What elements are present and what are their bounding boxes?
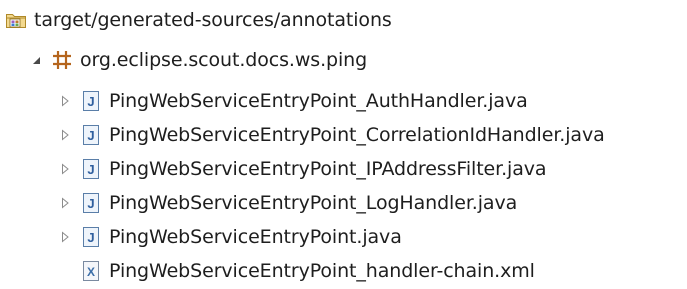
tree-item-source-folder[interactable]: target/generated-sources/annotations bbox=[5, 3, 392, 37]
file-label: PingWebServiceEntryPoint_LogHandler.java bbox=[109, 192, 518, 214]
package-label: org.eclipse.scout.docs.ws.ping bbox=[80, 49, 368, 71]
collapsed-triangle-icon[interactable] bbox=[56, 194, 74, 212]
expanded-triangle-icon[interactable] bbox=[27, 51, 45, 69]
svg-text:J: J bbox=[87, 196, 94, 211]
xml-file-icon: X bbox=[80, 260, 102, 282]
tree-item-package[interactable]: org.eclipse.scout.docs.ws.ping bbox=[27, 43, 367, 77]
package-icon bbox=[51, 49, 73, 71]
svg-text:X: X bbox=[87, 265, 95, 279]
java-file-icon: J bbox=[80, 192, 102, 214]
tree-item-java-file[interactable]: J PingWebServiceEntryPoint_AuthHandler.j… bbox=[56, 84, 528, 118]
java-file-icon: J bbox=[80, 124, 102, 146]
svg-text:J: J bbox=[87, 94, 94, 109]
svg-text:J: J bbox=[87, 162, 94, 177]
java-file-icon: J bbox=[80, 90, 102, 112]
twisty-placeholder bbox=[56, 262, 74, 280]
collapsed-triangle-icon[interactable] bbox=[56, 92, 74, 110]
tree-item-xml-file[interactable]: X PingWebServiceEntryPoint_handler-chain… bbox=[56, 254, 535, 288]
collapsed-triangle-icon[interactable] bbox=[56, 126, 74, 144]
tree-item-java-file[interactable]: J PingWebServiceEntryPoint_LogHandler.ja… bbox=[56, 186, 517, 220]
collapsed-triangle-icon[interactable] bbox=[56, 228, 74, 246]
java-file-icon: J bbox=[80, 226, 102, 248]
collapsed-triangle-icon[interactable] bbox=[56, 160, 74, 178]
source-folder-label: target/generated-sources/annotations bbox=[34, 9, 392, 31]
file-label: PingWebServiceEntryPoint_AuthHandler.jav… bbox=[109, 90, 528, 112]
tree-item-java-file[interactable]: J PingWebServiceEntryPoint.java bbox=[56, 220, 402, 254]
project-explorer-tree: target/generated-sources/annotations org… bbox=[0, 0, 687, 289]
source-folder-icon bbox=[5, 9, 27, 31]
tree-item-java-file[interactable]: J PingWebServiceEntryPoint_IPAddressFilt… bbox=[56, 152, 547, 186]
file-label: PingWebServiceEntryPoint_handler-chain.x… bbox=[109, 260, 535, 282]
java-file-icon: J bbox=[80, 158, 102, 180]
tree-item-java-file[interactable]: J PingWebServiceEntryPoint_CorrelationId… bbox=[56, 118, 605, 152]
svg-text:J: J bbox=[87, 230, 94, 245]
svg-text:J: J bbox=[87, 128, 94, 143]
file-label: PingWebServiceEntryPoint_IPAddressFilter… bbox=[109, 158, 547, 180]
file-label: PingWebServiceEntryPoint.java bbox=[109, 226, 402, 248]
file-label: PingWebServiceEntryPoint_CorrelationIdHa… bbox=[109, 124, 605, 146]
